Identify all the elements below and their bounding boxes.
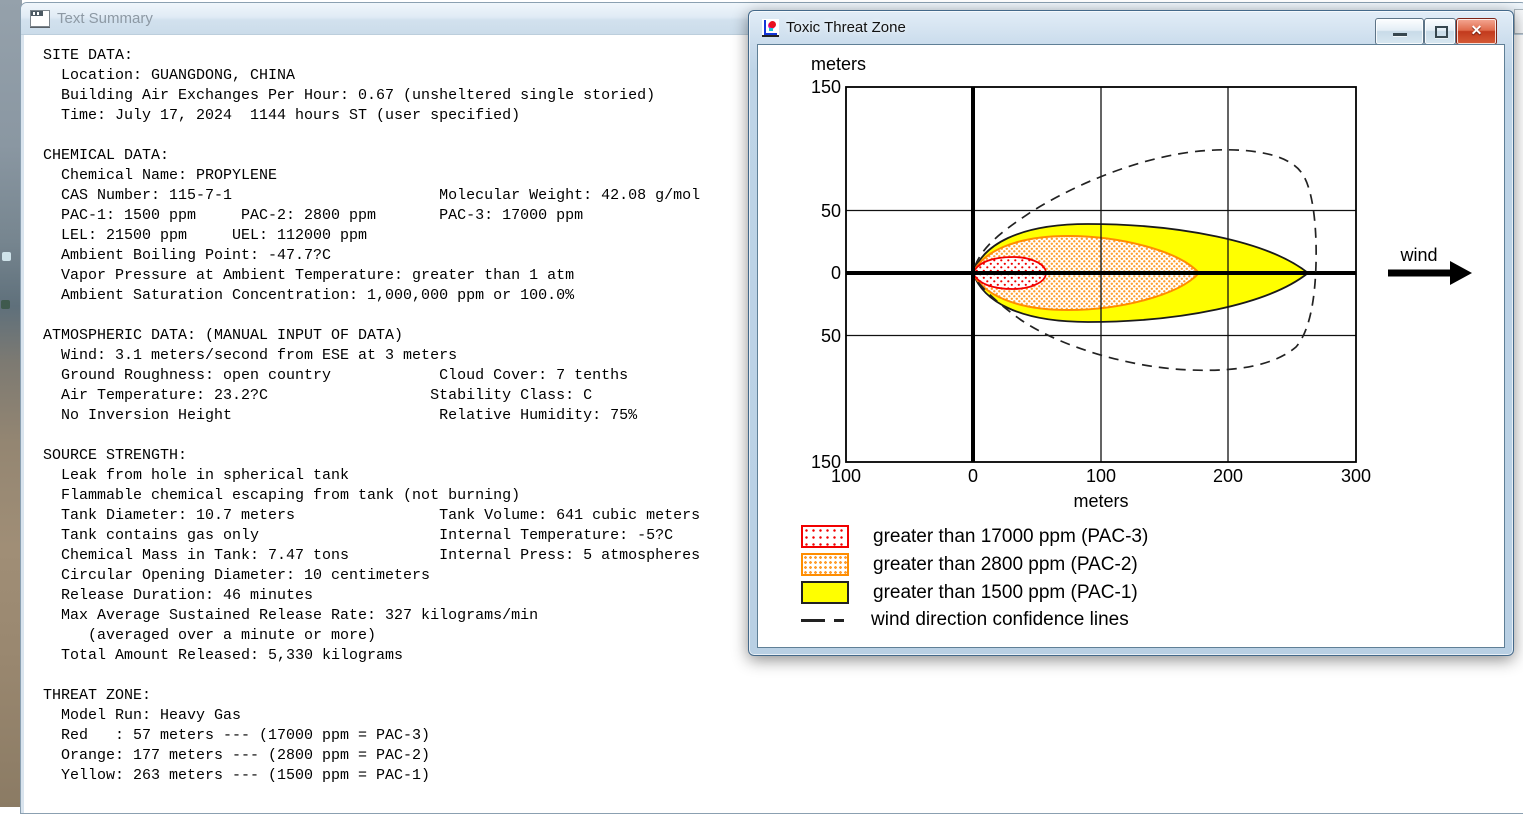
y-tick-50-top: 50 <box>821 201 841 221</box>
wind-label: wind <box>1399 245 1437 265</box>
text-summary-title: Text Summary <box>57 10 153 27</box>
x-tick-100: 100 <box>1086 466 1116 486</box>
wind-arrow-shaft <box>1388 269 1452 277</box>
threat-zone-chart-icon <box>762 18 779 37</box>
text-summary-icon <box>30 10 50 27</box>
minimize-button[interactable] <box>1375 18 1424 45</box>
pac3-swatch <box>801 525 849 548</box>
y-tick-0: 0 <box>831 263 841 283</box>
pac2-swatch <box>801 553 849 576</box>
dashed-line-icon <box>801 618 849 622</box>
pac2-label: greater than 2800 ppm (PAC-2) <box>873 553 1138 575</box>
threat-zone-plot-area: meters 150 50 0 50 150 100 0 100 200 300… <box>757 44 1505 648</box>
legend-item-pac3: greater than 17000 ppm (PAC-3) <box>801 525 1148 548</box>
legend-item-pac1: greater than 1500 ppm (PAC-1) <box>801 581 1138 604</box>
screen: { "text_summary_window": { "title": "Tex… <box>0 0 1523 814</box>
x-tick-neg100: 100 <box>831 466 861 486</box>
y-tick-150-top: 150 <box>811 77 841 97</box>
pac1-label: greater than 1500 ppm (PAC-1) <box>873 581 1138 603</box>
y-axis-unit-label: meters <box>811 54 866 74</box>
maximize-button[interactable] <box>1424 18 1456 45</box>
toxic-threat-zone-window: Toxic Threat Zone ✕ meters 150 50 0 50 1… <box>748 10 1514 656</box>
minimize-icon <box>1392 33 1407 36</box>
pac3-label: greater than 17000 ppm (PAC-3) <box>873 525 1149 547</box>
legend-item-pac2: greater than 2800 ppm (PAC-2) <box>801 553 1138 576</box>
desktop-icon[interactable] <box>1 300 10 309</box>
x-tick-0: 0 <box>968 466 978 486</box>
close-icon: ✕ <box>1470 22 1483 38</box>
x-axis-unit-label: meters <box>1073 491 1128 511</box>
confidence-lines-label: wind direction confidence lines <box>871 609 1129 630</box>
legend-item-confidence: wind direction confidence lines <box>801 609 1129 631</box>
threat-zone-chart: meters 150 50 0 50 150 100 0 100 200 300… <box>811 54 1472 511</box>
y-tick-50-bot: 50 <box>821 326 841 346</box>
maximize-icon <box>1435 26 1448 38</box>
x-tick-300: 300 <box>1341 466 1371 486</box>
wind-arrow-head <box>1450 261 1472 285</box>
desktop-background <box>0 0 22 807</box>
x-tick-200: 200 <box>1213 466 1243 486</box>
close-button[interactable]: ✕ <box>1456 18 1497 45</box>
text-summary-window-buttons[interactable] <box>1514 9 1523 34</box>
desktop-icon[interactable] <box>2 252 11 261</box>
pac1-swatch <box>801 581 849 604</box>
toxic-threat-zone-title: Toxic Threat Zone <box>786 19 906 36</box>
